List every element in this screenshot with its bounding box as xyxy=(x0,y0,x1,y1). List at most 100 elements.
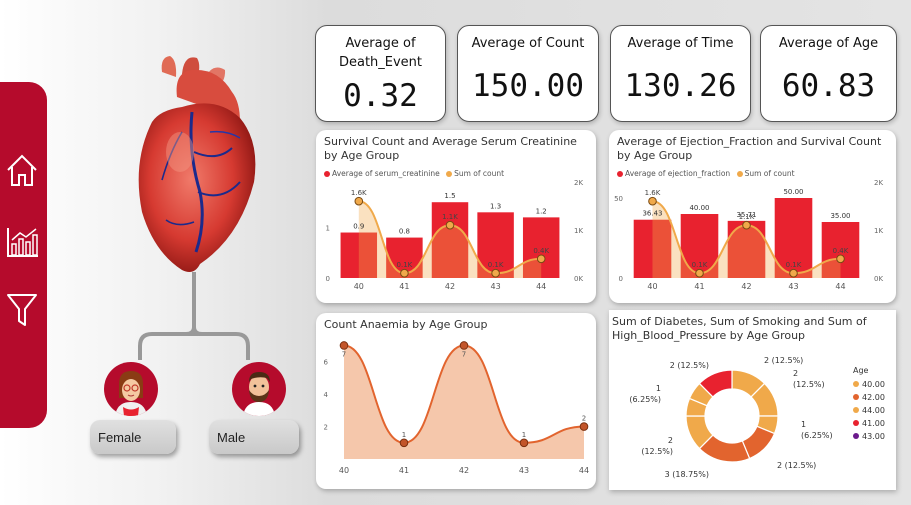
serum-creatinine-combo-chart: 1.6K 0.1K 1.1K 0.1K 0.4K 0.9 40 0.8 41 1.5 42 1.3 43… xyxy=(326,179,584,291)
slice-label: (6.25%) xyxy=(629,395,661,404)
data-point xyxy=(742,220,751,230)
data-point xyxy=(339,341,349,350)
data-label: 0.4K xyxy=(533,247,549,255)
data-label: 35.00 xyxy=(830,212,850,220)
data-point xyxy=(354,196,364,206)
slice-label: 2 (12.5%) xyxy=(764,356,803,365)
donut-chart: 2 (12.5%) 2 (12.5%) 1 (6.25%) 2 (12.5%) 3 (18.… xyxy=(629,356,885,479)
kpi-title: Average of Time xyxy=(627,36,734,51)
data-label: 1.6K xyxy=(351,189,367,197)
male-button[interactable]: Male xyxy=(209,420,299,454)
female-button[interactable]: Female xyxy=(90,420,176,454)
people-connector xyxy=(138,272,250,360)
x-tick-label: 40 xyxy=(354,282,364,291)
serum-creatinine-chart-card: Survival Count and Average Serum Creatin… xyxy=(316,130,596,303)
legend-dot xyxy=(853,394,859,400)
anaemia-area-chart: 7 40 1 41 7 42 1 43 2 44 2 4 6 xyxy=(324,341,589,475)
legend-dot xyxy=(853,420,859,426)
x-tick-label: 43 xyxy=(519,466,529,475)
home-icon xyxy=(7,154,37,186)
x-tick-label: 41 xyxy=(399,466,409,475)
slice-label: (12.5%) xyxy=(641,447,673,456)
y2-tick-label: 2K xyxy=(574,179,583,187)
data-label: 1.6K xyxy=(645,189,661,197)
y-tick-label: 0 xyxy=(326,275,330,283)
slice-label: 3 (18.75%) xyxy=(665,470,709,479)
legend-dot xyxy=(853,433,859,439)
data-point xyxy=(399,438,409,448)
data-point xyxy=(789,268,798,278)
x-tick-label: 44 xyxy=(579,466,589,475)
data-label: 7 xyxy=(342,350,346,358)
x-tick-label: 41 xyxy=(694,282,704,291)
kpi-title: Average of Age xyxy=(778,36,879,51)
legend-label: 40.00 xyxy=(862,380,885,389)
ejection-fraction-chart-card: Average of Ejection_Fraction and Surviva… xyxy=(609,130,896,303)
legend-label: 43.00 xyxy=(862,432,885,441)
male-avatar xyxy=(232,362,286,416)
y2-tick-label: 0K xyxy=(574,275,583,283)
data-label: 1 xyxy=(402,431,406,439)
data-label: 1.5 xyxy=(444,192,455,200)
ejection-fraction-combo-chart: 1.6K0.1K1.1K0.1K0.4K36.434040.004135.714… xyxy=(614,179,883,291)
y-tick-label: 2 xyxy=(324,424,328,432)
data-point xyxy=(695,268,704,278)
filter-icon xyxy=(7,294,37,326)
analytics-button[interactable] xyxy=(4,222,40,262)
data-label: 1.1K xyxy=(442,213,458,221)
data-label: 35.71 xyxy=(736,211,756,219)
kpi-card-time: Average of Time 130.26 xyxy=(610,25,751,122)
data-point xyxy=(579,422,589,431)
chart-icon xyxy=(7,228,38,257)
data-point xyxy=(519,438,529,448)
data-label: 1.2 xyxy=(536,207,547,215)
data-label: 0.1K xyxy=(488,261,504,269)
x-tick-label: 43 xyxy=(491,282,501,291)
x-tick-label: 44 xyxy=(835,282,845,291)
y-tick-label: 1 xyxy=(326,224,330,232)
kpi-value: 130.26 xyxy=(624,68,737,104)
y-tick-label: 0 xyxy=(619,275,623,283)
data-label: 0.1K xyxy=(786,261,802,269)
legend-label: 42.00 xyxy=(862,393,885,402)
kpi-card-count: Average of Count 150.00 xyxy=(457,25,599,122)
kpi-value: 0.32 xyxy=(343,78,418,114)
kpi-title: Average of Death_Event xyxy=(338,36,423,70)
female-label: Female xyxy=(98,430,142,445)
data-label: 36.43 xyxy=(642,210,662,218)
data-label: 50.00 xyxy=(783,188,803,196)
slice-label: 2 xyxy=(668,436,673,445)
kpi-title: Average of Count xyxy=(471,36,585,51)
legend-title: Age xyxy=(853,366,869,375)
male-label: Male xyxy=(217,430,246,445)
filter-button[interactable] xyxy=(4,289,40,329)
slice-label: 2 (12.5%) xyxy=(670,361,709,370)
x-tick-label: 44 xyxy=(536,282,546,291)
legend-label: 41.00 xyxy=(862,419,885,428)
slice-label: 2 (12.5%) xyxy=(777,461,816,470)
data-label: 7 xyxy=(462,350,466,358)
data-label: 0.4K xyxy=(833,247,849,255)
kpi-card-death-event: Average of Death_Event 0.32 xyxy=(315,25,446,122)
kpi-card-age: Average of Age 60.83 xyxy=(760,25,897,122)
data-label: 0.1K xyxy=(692,261,708,269)
data-point xyxy=(536,254,546,264)
data-point xyxy=(445,220,455,230)
home-button[interactable] xyxy=(4,150,40,190)
slice-label: 2 xyxy=(793,369,798,378)
slice-label: 1 xyxy=(801,420,806,429)
data-label: 0.8 xyxy=(399,228,410,236)
y2-tick-label: 2K xyxy=(874,179,883,187)
x-tick-label: 40 xyxy=(647,282,657,291)
y-tick-label: 6 xyxy=(324,359,329,367)
x-tick-label: 40 xyxy=(339,466,349,475)
data-label: 2 xyxy=(582,415,586,423)
y-tick-label: 50 xyxy=(614,195,623,203)
y-tick-label: 4 xyxy=(324,391,329,399)
data-point xyxy=(836,254,845,264)
area-fill xyxy=(344,345,584,459)
donut-chart-card: Sum of Diabetes, Sum of Smoking and Sum … xyxy=(609,310,896,490)
heart-illustration xyxy=(138,56,256,272)
kpi-value: 150.00 xyxy=(472,68,584,104)
slice-label: (6.25%) xyxy=(801,431,833,440)
